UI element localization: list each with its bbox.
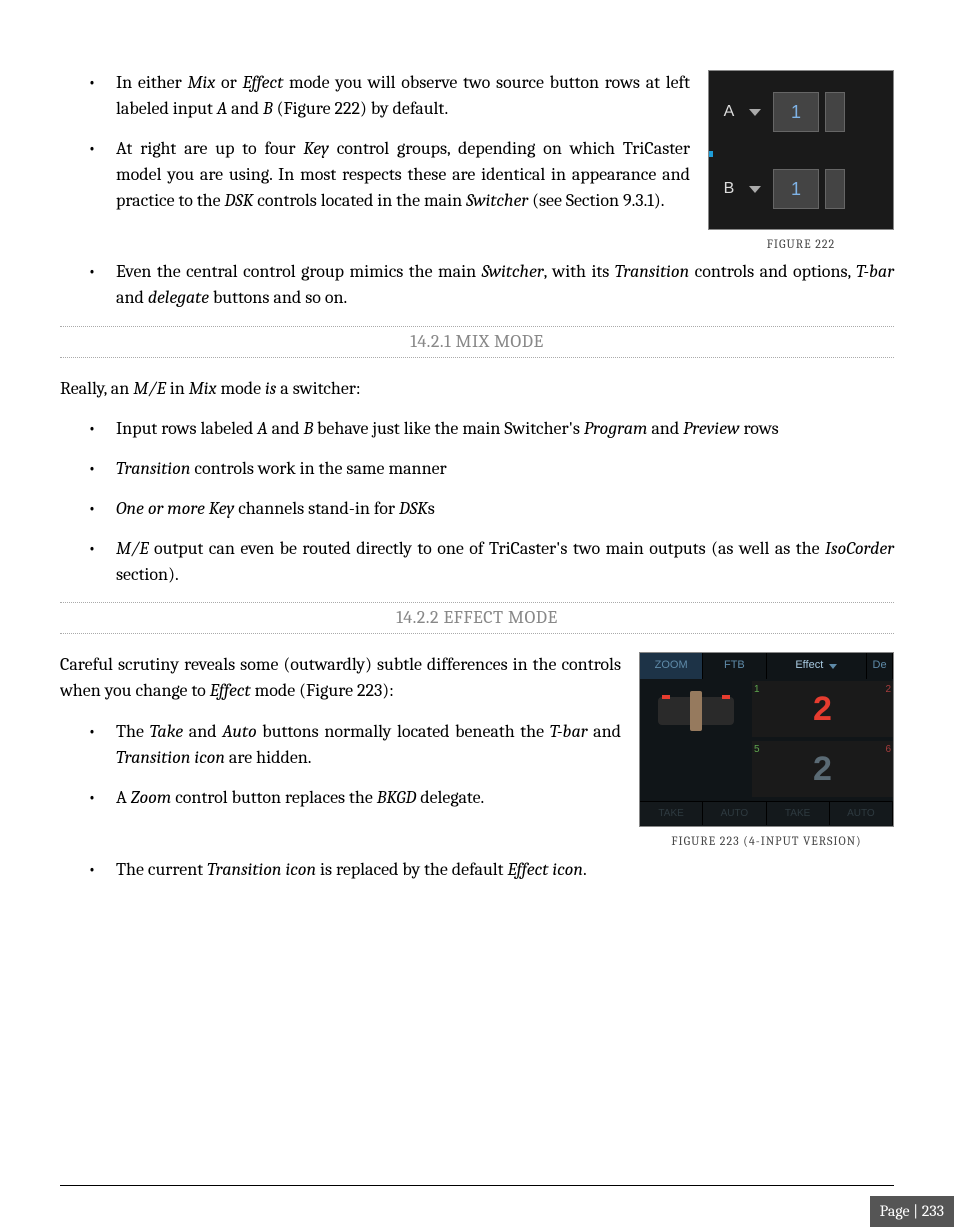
section-heading-effect: 14.2.2 EFFECT MODE: [60, 602, 894, 634]
list-item: In either Mix or Effect mode you will ob…: [88, 70, 894, 122]
list-item: The Take and Auto buttons normally locat…: [88, 719, 894, 771]
bullet-list-3b: The current Transition icon is replaced …: [60, 857, 894, 883]
bullet-list-2: Input rows labeled A and B behave just l…: [60, 416, 894, 588]
paragraph: Really, an M/E in Mix mode is a switcher…: [60, 376, 894, 402]
bullet-list-3: The Take and Auto buttons normally locat…: [60, 719, 894, 811]
list-item: A Zoom control button replaces the BKGD …: [88, 785, 894, 811]
tab-zoom: ZOOM: [640, 653, 703, 679]
tab-de: De: [867, 653, 893, 679]
page-number: Page | 233: [870, 1196, 954, 1227]
page-footer: Page | 233: [60, 1185, 954, 1227]
list-item: Input rows labeled A and B behave just l…: [88, 416, 894, 442]
list-item: Transition controls work in the same man…: [88, 456, 894, 482]
list-item: The current Transition icon is replaced …: [88, 857, 894, 883]
figure-223-caption: FIGURE 223 (4-INPUT VERSION): [639, 833, 894, 850]
section-heading-mix: 14.2.1 MIX MODE: [60, 326, 894, 358]
tab-ftb: FTB: [703, 653, 766, 679]
tab-effect: Effect: [767, 653, 868, 679]
bullet-list-1b: Even the central control group mimics th…: [60, 259, 894, 311]
list-item: At right are up to four Key control grou…: [88, 136, 894, 214]
list-item: Even the central control group mimics th…: [88, 259, 894, 311]
figure-222-caption: FIGURE 222: [708, 236, 894, 253]
list-item: One or more Key channels stand-in for DS…: [88, 496, 894, 522]
list-item: M/E output can even be routed directly t…: [88, 536, 894, 588]
bullet-list-1: In either Mix or Effect mode you will ob…: [60, 70, 894, 214]
page-content: A 1 B 1 FIGURE 222 In either Mix or Effe…: [60, 70, 894, 883]
dropdown-icon: [829, 664, 837, 669]
